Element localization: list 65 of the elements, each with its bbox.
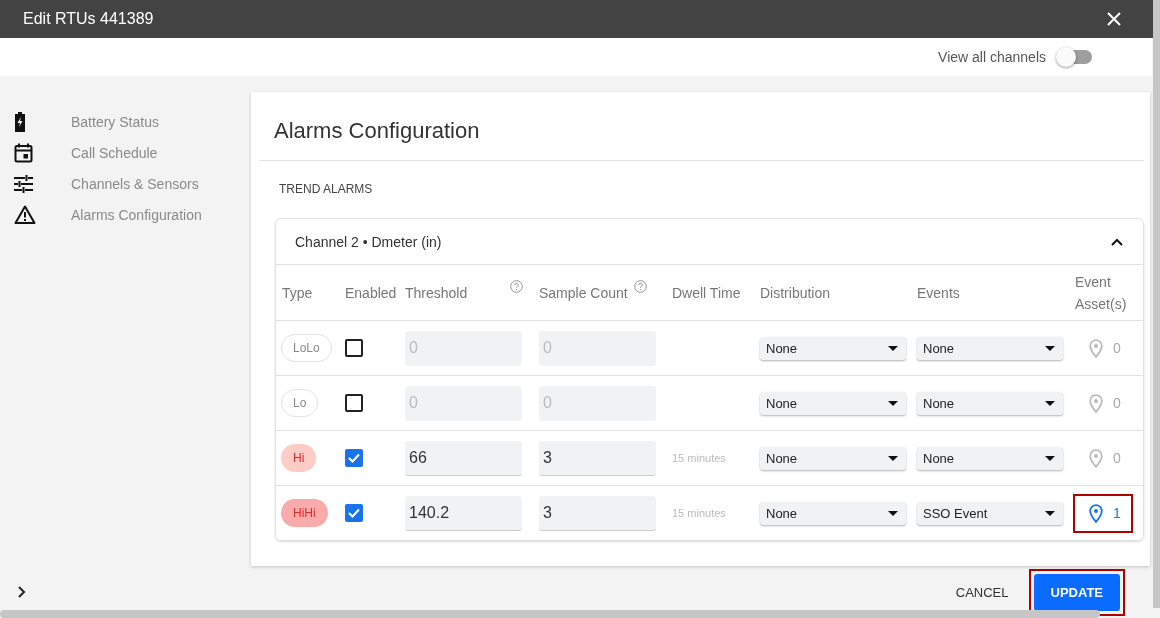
enabled-checkbox[interactable] [345,339,363,357]
distribution-dropdown[interactable]: None [760,446,906,470]
distribution-dropdown[interactable]: None [760,391,906,415]
distribution-dropdown[interactable]: None [760,501,906,525]
dropdown-arrow-icon [1045,510,1055,516]
column-header: Enabled [345,284,397,301]
horizontal-scrollbar[interactable] [0,610,1100,618]
chevron-right-icon [17,585,27,599]
dropdown-arrow-icon [1045,345,1055,351]
calendar-icon [14,142,33,163]
dropdown-arrow-icon [888,455,898,461]
help-icon[interactable] [510,280,523,293]
events-dropdown[interactable]: None [917,391,1063,415]
location-pin-icon [1089,338,1103,358]
column-header: Threshold [405,284,468,301]
alarm-type-badge: HiHi [281,499,328,527]
collapse-button[interactable] [1111,237,1123,246]
location-pin-icon [1089,503,1103,523]
column-header: Event Asset(s) [1075,272,1128,314]
window-title: Edit RTUs 441389 [23,10,154,28]
dropdown-arrow-icon [888,510,898,516]
location-pin-icon [1089,393,1103,413]
column-header: Dwell Time [672,284,741,301]
sliders-icon [14,174,33,193]
events-dropdown[interactable]: None [917,336,1063,360]
dropdown-arrow-icon [1045,455,1055,461]
enabled-checkbox[interactable] [345,394,363,412]
threshold-field[interactable]: 140.2 [405,495,522,531]
close-icon [1106,11,1122,27]
section-heading: TREND ALARMS [279,182,373,196]
expand-sidebar-button[interactable] [17,585,27,599]
close-button[interactable] [1106,11,1122,27]
dropdown-arrow-icon [888,345,898,351]
toggle-label: View all channels [938,49,1046,65]
distribution-dropdown[interactable]: None [760,336,906,360]
dwell-time: 15 minutes [672,452,726,464]
events-dropdown[interactable]: None [917,446,1063,470]
enabled-checkbox[interactable] [345,504,363,522]
enabled-checkbox[interactable] [345,449,363,467]
help-icon[interactable] [633,280,647,293]
location-pin-icon [1089,448,1103,468]
threshold-field[interactable]: 66 [405,440,522,476]
column-header: Type [282,284,313,301]
dropdown-arrow-icon [1045,400,1055,406]
column-header: Distribution [760,284,831,301]
dropdown-arrow-icon [888,400,898,406]
battery-charging-icon [14,111,26,132]
update-button[interactable]: UPDATE [1033,573,1120,611]
view-all-channels-toggle[interactable] [1056,47,1092,67]
events-dropdown[interactable]: SSO Event [917,501,1063,525]
card-title: Channel 2 • Dmeter (in) [295,233,442,250]
sample-count-field[interactable]: 3 [539,495,656,531]
alarm-type-badge: LoLo [281,334,332,362]
chevron-up-icon [1111,237,1123,246]
warning-icon [14,205,36,224]
event-assets-link[interactable]: 1 [1073,493,1133,533]
cancel-button[interactable]: CANCEL [947,576,1017,608]
dwell-time: 15 minutes [672,507,726,519]
column-header: Sample Count [539,284,628,301]
alarm-type-badge: Hi [281,444,317,472]
sample-count-field[interactable]: 3 [539,440,656,476]
vertical-scrollbar[interactable] [1153,0,1160,608]
column-header: Events [917,284,960,301]
alarm-type-badge: Lo [281,389,319,417]
panel-title: Alarms Configuration [259,92,1144,161]
